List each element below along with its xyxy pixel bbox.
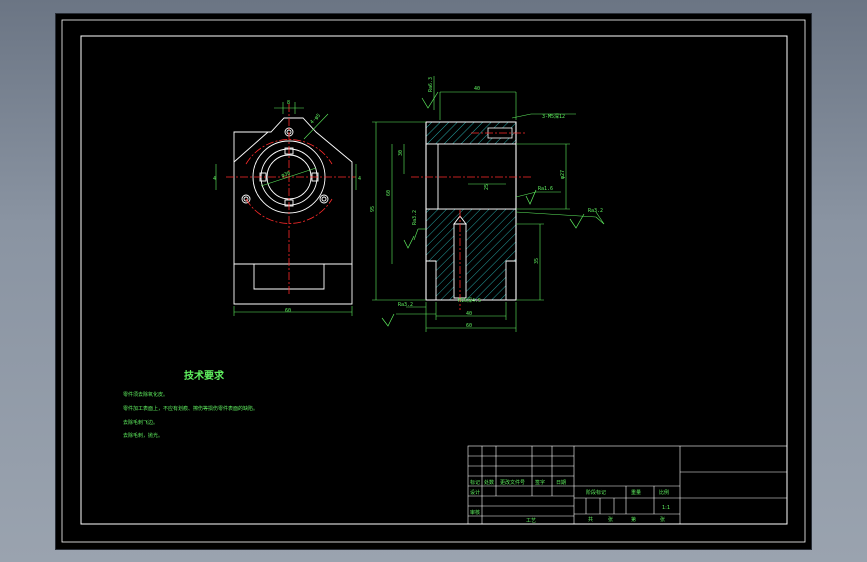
tech-line: 去除毛刺，抛光。 (123, 432, 163, 439)
outer-frame (61, 19, 806, 543)
tb-rev-header: 日期 (556, 480, 566, 486)
roughness-label: Ra3.2 (398, 302, 413, 308)
cad-viewport[interactable]: 60 8 4-φ5 φ36 4 4 40 3-M5深12 30 60 95 φ2… (56, 14, 811, 549)
dim-width: 60 (285, 308, 291, 314)
tech-requirements: 技术要求 零件须去除氧化皮。 零件加工表面上，不应有划痕、擦伤等损伤零件表面的缺… (123, 369, 258, 439)
dim-hole: 4-φ5 (309, 113, 322, 126)
tb-scale-label: 比例 (659, 489, 669, 496)
section-view (425, 121, 517, 301)
tb-weight: 重量 (631, 489, 641, 496)
dim-mid: 25 (484, 184, 490, 190)
dim-bore: φ27 (560, 170, 566, 179)
left-view (233, 117, 353, 305)
dim-drill: M16深4.5 (458, 297, 481, 304)
dim-h1: 30 (398, 150, 404, 156)
tb-check: 审核 (470, 509, 480, 516)
roughness-label: Ra1.6 (538, 186, 553, 192)
tb-stage: 阶段标记 (586, 489, 606, 496)
tb-process: 工艺 (526, 518, 536, 524)
dim-lower: 35 (534, 258, 540, 264)
dim-top: 8 (287, 100, 290, 106)
dim-h2: 60 (386, 190, 392, 196)
tech-line: 去除毛刺飞边。 (123, 419, 158, 426)
dim-w1: 40 (466, 311, 472, 317)
hatch-lower (425, 208, 517, 301)
dim-top-width: 40 (474, 86, 480, 92)
tech-line: 零件加工表面上，不应有划痕、擦伤等损伤零件表面的缺陷。 (123, 405, 258, 412)
roughness-label: Ra6.3 (428, 77, 434, 92)
tb-rev-header: 签字 (535, 479, 545, 486)
tb-sheet-label: 张 (608, 516, 613, 523)
dim-circle: φ36 (281, 170, 291, 178)
tb-sheet-no: 第 (631, 516, 636, 523)
dim-w2: 60 (466, 323, 472, 329)
dim-thread: 3-M5深12 (542, 113, 565, 120)
dim-side: 4 (213, 176, 216, 182)
tech-line: 零件须去除氧化皮。 (123, 391, 168, 398)
dim-side-right: 4 (358, 176, 361, 182)
roughness-label: Ra3.2 (412, 210, 418, 225)
tb-rev-header: 标记 (470, 479, 480, 486)
tech-title: 技术要求 (184, 369, 225, 382)
tb-design: 设计 (470, 489, 480, 496)
tb-rev-header: 更改文件号 (500, 479, 525, 486)
cad-drawing-canvas: 60 8 4-φ5 φ36 4 4 40 3-M5深12 30 60 95 φ2… (61, 19, 806, 543)
roughness-label: Ra3.2 (588, 208, 603, 214)
dim-h3: 95 (370, 206, 376, 212)
tb-sheet-total: 共 (588, 516, 593, 523)
tb-scale: 1:1 (662, 505, 670, 511)
tb-sheet-label-2: 张 (660, 516, 665, 523)
tb-rev-header: 处数 (484, 479, 494, 486)
